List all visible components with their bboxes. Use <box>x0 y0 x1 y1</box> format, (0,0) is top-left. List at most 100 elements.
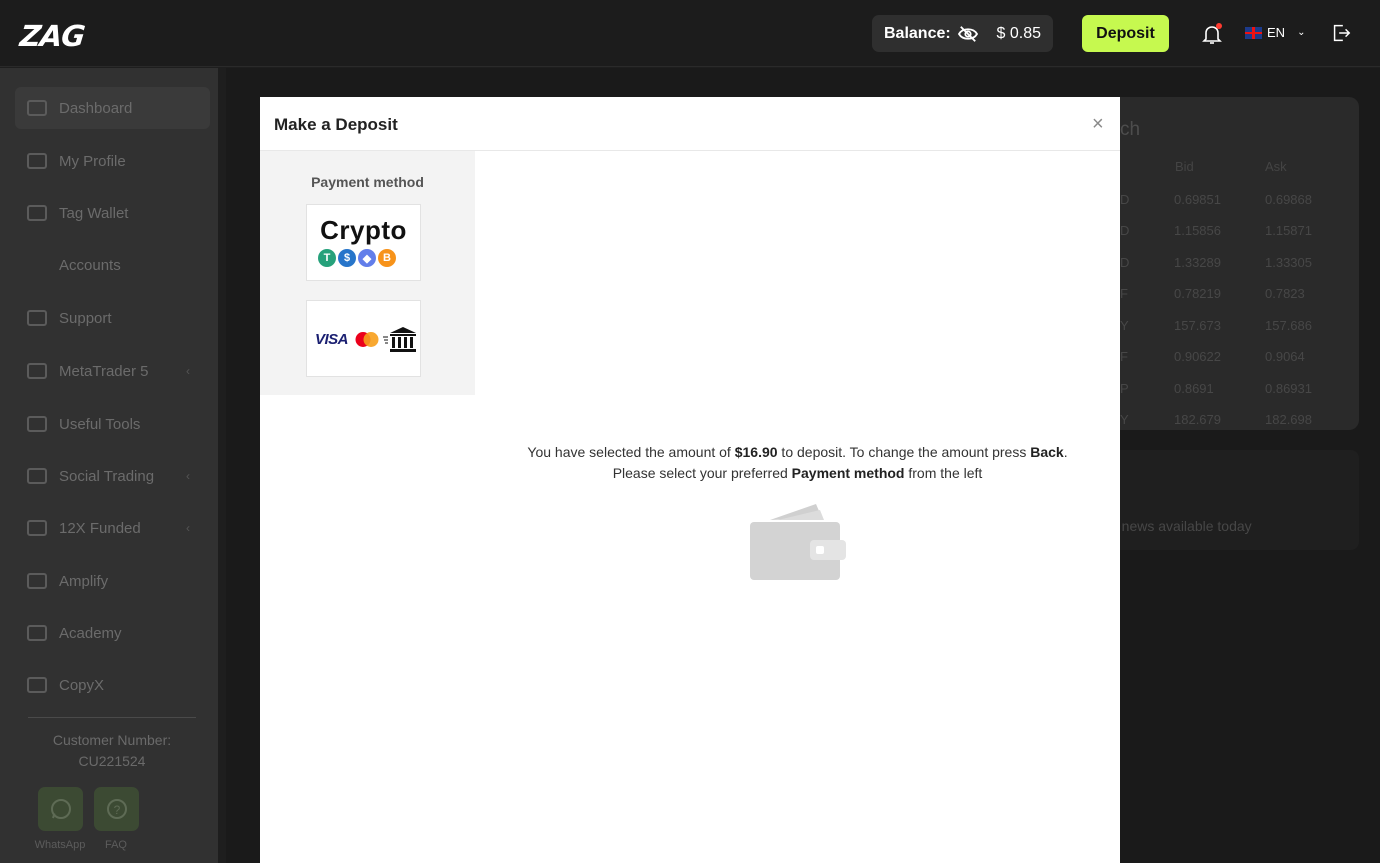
balance-amount: $ 0.85 <box>996 24 1041 42</box>
news-empty-text: o news available today <box>1110 518 1252 534</box>
chevron-left-icon: ‹ <box>186 469 190 483</box>
laptop-icon <box>27 363 47 379</box>
sidebar-item-social-trading[interactable]: Social Trading ‹ <box>15 455 210 497</box>
language-selector[interactable]: EN ⌄ <box>1245 25 1305 40</box>
sidebar-item-dashboard[interactable]: Dashboard <box>15 87 210 129</box>
chevron-left-icon: ‹ <box>186 364 190 378</box>
bitcoin-icon: B <box>378 249 396 267</box>
rate-symbol: Y <box>1120 412 1129 427</box>
rate-bid: 182.679 <box>1174 412 1221 427</box>
deposit-button[interactable]: Deposit <box>1082 15 1169 52</box>
sidebar-item-label: Accounts <box>59 256 121 274</box>
sidebar-item-amplify[interactable]: Amplify <box>15 560 210 602</box>
rate-ask: 0.86931 <box>1265 381 1312 396</box>
msg-text: You have selected the amount of <box>527 444 735 460</box>
deposit-modal: Make a Deposit × Payment method Crypto T… <box>260 97 1120 863</box>
chevron-down-icon: ⌄ <box>1297 27 1306 38</box>
sidebar-item-metatrader5[interactable]: MetaTrader 5 ‹ <box>15 350 210 392</box>
svg-text:?: ? <box>113 803 120 817</box>
rate-symbol: D <box>1120 192 1130 207</box>
sidebar-item-label: My Profile <box>59 152 126 170</box>
close-icon[interactable]: × <box>1092 113 1104 136</box>
rate-row: F 0.90622 0.9064 <box>1100 349 1359 369</box>
sidebar-item-accounts[interactable]: Accounts <box>15 244 210 286</box>
question-icon: ? <box>106 799 127 819</box>
msg-text: Please select your preferred <box>612 465 792 481</box>
payment-method-hint: Payment method <box>791 465 905 481</box>
rates-card-title: ch <box>1120 119 1141 140</box>
rate-row: F 0.78219 0.7823 <box>1100 286 1359 306</box>
ethereum-icon: ◆ <box>358 249 376 267</box>
payment-method-panel: Payment method Crypto T $ ◆ B VISA <box>260 151 475 395</box>
top-bar: ZAG Balance: $ 0.85 Deposit EN ⌄ <box>0 0 1380 67</box>
sidebar-item-label: 12X Funded <box>59 519 141 537</box>
ask-header: Ask <box>1265 159 1287 174</box>
rates-card: ch Bid Ask D 0.69851 0.69868 D 1.15856 1… <box>1100 97 1359 430</box>
rate-bid: 0.8691 <box>1174 381 1214 396</box>
sidebar-item-label: Tag Wallet <box>59 204 129 222</box>
rate-ask: 182.698 <box>1265 412 1312 427</box>
bar-chart-icon <box>27 573 47 589</box>
rate-ask: 157.686 <box>1265 318 1312 333</box>
rate-bid: 1.33289 <box>1174 255 1221 270</box>
sidebar-item-label: Support <box>59 309 112 327</box>
sidebar-item-label: Dashboard <box>59 99 133 117</box>
rate-symbol: P <box>1120 381 1129 396</box>
rate-row: D 1.15856 1.15871 <box>1100 223 1359 243</box>
sidebar-item-copyx[interactable]: CopyX <box>15 664 210 706</box>
sidebar-item-support[interactable]: Support <box>15 297 210 339</box>
whatsapp-label: WhatsApp <box>34 839 86 851</box>
sidebar-item-my-profile[interactable]: My Profile <box>15 140 210 182</box>
sidebar-item-label: MetaTrader 5 <box>59 362 149 380</box>
visa-icon: VISA <box>315 331 349 348</box>
rate-symbol: Y <box>1120 318 1129 333</box>
payment-method-title: Payment method <box>311 174 424 190</box>
crypto-payment-option[interactable]: Crypto T $ ◆ B <box>306 204 421 281</box>
language-label: EN <box>1267 25 1286 40</box>
rate-ask: 1.15871 <box>1265 223 1312 238</box>
rate-bid: 0.69851 <box>1174 192 1221 207</box>
deposit-message: You have selected the amount of $16.90 t… <box>475 442 1120 484</box>
msg-text: from the left <box>904 465 983 481</box>
customer-number-value: CU221524 <box>78 753 146 769</box>
sidebar-item-label: Academy <box>59 624 122 642</box>
bid-header: Bid <box>1175 159 1194 174</box>
dashboard-icon <box>27 100 47 116</box>
crypto-coins: T $ ◆ B <box>318 249 398 267</box>
rate-ask: 1.33305 <box>1265 255 1312 270</box>
bar-chart-icon <box>27 520 47 536</box>
customer-number-block: Customer Number: CU221524 <box>28 717 196 772</box>
crypto-label: Crypto <box>320 215 407 245</box>
rate-bid: 157.673 <box>1174 318 1221 333</box>
modal-header: Make a Deposit × <box>260 97 1120 151</box>
sidebar-item-label: Social Trading <box>59 467 155 485</box>
eye-off-icon[interactable] <box>957 25 979 43</box>
sidebar-item-academy[interactable]: Academy <box>15 612 210 654</box>
logout-icon[interactable] <box>1330 22 1352 44</box>
customer-number-label: Customer Number: <box>52 732 172 748</box>
logo[interactable]: ZAG <box>18 19 86 53</box>
msg-text: to deposit. To change the amount press <box>777 444 1031 460</box>
sidebar-item-12x-funded[interactable]: 12X Funded ‹ <box>15 507 210 549</box>
card-bank-payment-option[interactable]: VISA <box>306 300 421 377</box>
deposit-message-line1: You have selected the amount of $16.90 t… <box>475 442 1120 463</box>
rate-row: Y 157.673 157.686 <box>1100 318 1359 338</box>
bar-chart-icon <box>27 625 47 641</box>
bar-chart-icon <box>27 677 47 693</box>
sidebar-item-tag-wallet[interactable]: Tag Wallet <box>15 192 210 234</box>
faq-button[interactable]: ? <box>94 787 139 831</box>
tether-icon: T <box>318 249 336 267</box>
copy-icon <box>27 468 47 484</box>
rate-row: P 0.8691 0.86931 <box>1100 381 1359 401</box>
rate-row: Y 182.679 182.698 <box>1100 412 1359 432</box>
rate-ask: 0.9064 <box>1265 349 1305 364</box>
support-icon <box>27 310 47 326</box>
whatsapp-button[interactable] <box>38 787 83 831</box>
balance-box: Balance: $ 0.85 <box>872 15 1053 52</box>
uk-flag-icon <box>1245 26 1262 39</box>
mastercard-icon <box>355 332 379 347</box>
rate-row: D 1.33289 1.33305 <box>1100 255 1359 275</box>
rate-symbol: F <box>1120 286 1128 301</box>
rate-symbol: F <box>1120 349 1128 364</box>
sidebar-item-useful-tools[interactable]: Useful Tools <box>15 403 210 445</box>
